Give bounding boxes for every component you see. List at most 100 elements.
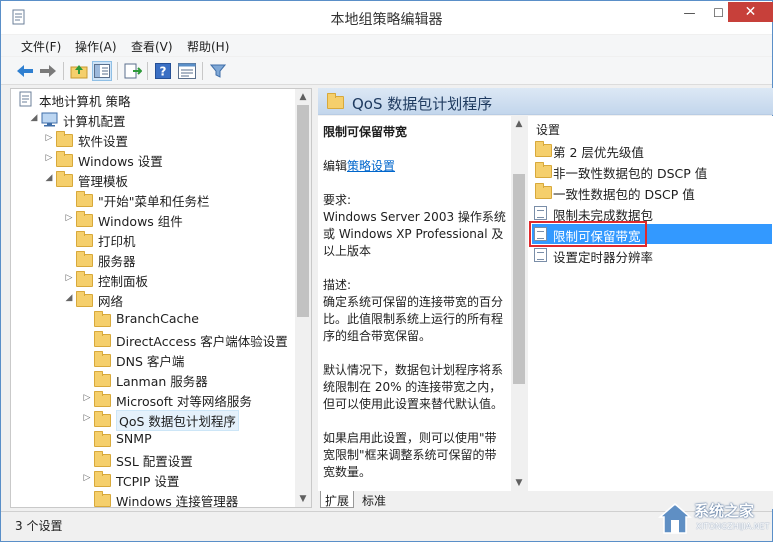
tab-standard[interactable]: 标准 (358, 491, 390, 508)
tree-item[interactable]: ▷ Windows 设置 (11, 149, 295, 169)
tree-item[interactable]: ◢ 计算机配置 (11, 109, 295, 129)
tree-item-label: "开始"菜单和任务栏 (98, 194, 210, 209)
setting-name: 限制可保留带宽 (323, 125, 408, 139)
toolbar-separator (63, 62, 64, 80)
tree-item[interactable]: ▷ 软件设置 (11, 129, 295, 149)
description-text: 确定系统可保留的连接带宽的百分比。此值限制系统上运行的所有程序的组合带宽保留。 (323, 295, 504, 343)
scroll-up-arrow-icon[interactable]: ▲ (295, 89, 311, 105)
settings-list-item[interactable]: 设置定时器分辨率 (532, 245, 772, 265)
folder-icon (535, 162, 552, 178)
folder-icon (94, 471, 111, 487)
folder-icon (94, 431, 111, 447)
folder-icon (56, 131, 73, 147)
folder-icon (76, 231, 93, 247)
close-button[interactable]: ✕ (728, 2, 773, 22)
menu-file[interactable]: 文件(F) (21, 38, 61, 55)
tree-item[interactable]: ▷ 控制面板 (11, 269, 295, 289)
settings-list-item[interactable]: 限制未完成数据包 (532, 203, 772, 223)
filter-icon[interactable] (208, 61, 228, 81)
collapsed-arrow-icon[interactable]: ▷ (44, 153, 54, 163)
collapsed-arrow-icon[interactable]: ▷ (82, 473, 92, 483)
tree-item-label: 服务器 (98, 254, 136, 269)
tree-item[interactable]: 打印机 (11, 229, 295, 249)
minimize-button[interactable]: — (676, 3, 703, 24)
folder-icon (94, 491, 111, 507)
tree-scroll-thumb[interactable] (297, 105, 309, 317)
settings-list-item[interactable]: 一致性数据包的 DSCP 值 (532, 182, 772, 202)
tree-item[interactable]: ◢ 网络 (11, 289, 295, 309)
tree-item-label: 打印机 (98, 234, 136, 249)
forward-arrow-icon[interactable] (38, 61, 58, 81)
tree-item[interactable]: "开始"菜单和任务栏 (11, 189, 295, 209)
scroll-up-arrow-icon[interactable]: ▲ (511, 116, 527, 132)
back-arrow-icon[interactable] (15, 61, 35, 81)
description-scroll-thumb[interactable] (513, 174, 525, 384)
tree-item[interactable]: SNMP (11, 429, 295, 449)
console-tree[interactable]: 本地计算机 策略 ◢ 计算机配置 ▷ 软件设置 ▷ Windows 设置 ◢ 管理模板 "开始"菜… (10, 88, 312, 508)
scroll-down-arrow-icon[interactable]: ▼ (295, 491, 311, 507)
collapsed-arrow-icon[interactable]: ▷ (64, 273, 74, 283)
tree-item[interactable]: Windows 连接管理器 (11, 489, 295, 507)
settings-list-item[interactable]: 非一致性数据包的 DSCP 值 (532, 161, 772, 181)
tree-item[interactable]: ▷ QoS 数据包计划程序 (11, 409, 295, 431)
tree-item[interactable]: BranchCache (11, 309, 295, 329)
tree-item-label: BranchCache (116, 311, 199, 326)
tree-item[interactable]: 本地计算机 策略 (11, 89, 295, 109)
collapsed-arrow-icon[interactable]: ▷ (44, 133, 54, 143)
folder-icon (94, 451, 111, 467)
toolbar-separator (117, 62, 118, 80)
help-icon[interactable]: ? (153, 61, 173, 81)
policy-setting-icon (534, 206, 547, 220)
tree-item-label: Lanman 服务器 (116, 374, 208, 389)
settings-list[interactable]: 设置 第 2 层优先级值 非一致性数据包的 DSCP 值一致性数据包的 DSCP … (528, 116, 773, 491)
show-hide-tree-icon[interactable] (92, 61, 112, 81)
menu-action[interactable]: 操作(A) (75, 38, 117, 55)
watermark-url: XITONGZHIJIA.NET (696, 522, 770, 531)
status-text: 3 个设置 (15, 519, 63, 533)
export-list-icon[interactable] (123, 61, 143, 81)
scroll-down-arrow-icon[interactable]: ▼ (511, 475, 527, 491)
description-vertical-scrollbar[interactable]: ▲ ▼ (511, 116, 527, 491)
toolbar-separator (202, 62, 203, 80)
policy-icon (19, 91, 32, 107)
tree-item[interactable]: ▷ TCPIP 设置 (11, 469, 295, 489)
tab-extended[interactable]: 扩展 (320, 491, 355, 508)
folder-icon (94, 311, 111, 327)
properties-icon[interactable] (177, 61, 197, 81)
window-title: 本地组策略编辑器 (330, 12, 443, 28)
details-header: QoS 数据包计划程序 (318, 88, 773, 115)
tree-item[interactable]: ▷ Microsoft 对等网络服务 (11, 389, 295, 409)
menu-help[interactable]: 帮助(H) (187, 38, 229, 55)
edit-policy-link[interactable]: 策略设置 (347, 159, 395, 173)
tree-item-label: 管理模板 (78, 174, 129, 189)
tree-item[interactable]: 服务器 (11, 249, 295, 269)
tree-item[interactable]: ◢ 管理模板 (11, 169, 295, 189)
collapsed-arrow-icon[interactable]: ▷ (82, 413, 92, 423)
list-column-header[interactable]: 设置 (536, 121, 560, 138)
watermark-house-icon (658, 503, 692, 534)
edit-prefix: 编辑 (323, 159, 348, 173)
folder-icon (76, 291, 93, 307)
tree-item[interactable]: DirectAccess 客户端体验设置 (11, 329, 295, 349)
enabled-text: 如果启用此设置，则可以使用"带宽限制"框来调整系统可保留的带宽数量。 (323, 431, 497, 479)
tree-item[interactable]: ▷ Windows 组件 (11, 209, 295, 229)
expanded-arrow-icon[interactable]: ◢ (44, 173, 54, 183)
menu-view[interactable]: 查看(V) (131, 38, 173, 55)
menu-bar: 文件(F) 操作(A) 查看(V) 帮助(H) (1, 35, 772, 56)
watermark-text: 系统之家 (694, 502, 755, 520)
collapsed-arrow-icon[interactable]: ▷ (64, 213, 74, 223)
tree-item-label: DNS 客户端 (116, 354, 185, 369)
up-folder-icon[interactable] (69, 61, 89, 81)
tree-item-label: Windows 组件 (98, 214, 183, 229)
tree-item-label: Windows 设置 (78, 154, 163, 169)
expanded-arrow-icon[interactable]: ◢ (64, 293, 74, 303)
settings-list-item-label: 第 2 层优先级值 (553, 145, 644, 160)
tree-vertical-scrollbar[interactable]: ▲ ▼ (295, 89, 311, 507)
collapsed-arrow-icon[interactable]: ▷ (82, 393, 92, 403)
default-text: 默认情况下，数据包计划程序将系统限制在 20% 的连接带宽之内，但可以使用此设置… (323, 363, 504, 411)
tree-item[interactable]: SSL 配置设置 (11, 449, 295, 469)
expanded-arrow-icon[interactable]: ◢ (29, 113, 39, 123)
settings-list-item[interactable]: 第 2 层优先级值 (532, 140, 772, 160)
tree-item[interactable]: DNS 客户端 (11, 349, 295, 369)
tree-item[interactable]: Lanman 服务器 (11, 369, 295, 389)
